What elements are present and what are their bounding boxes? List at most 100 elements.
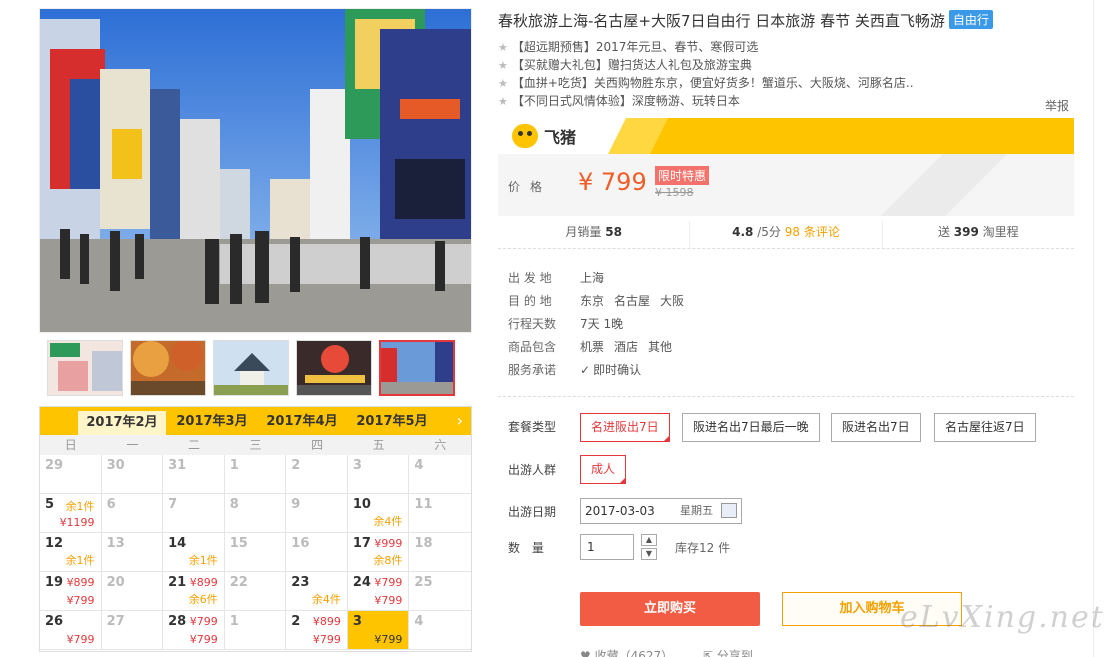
section-divider xyxy=(498,396,1074,397)
thumbnail-3[interactable] xyxy=(213,340,289,396)
calendar-day[interactable]: 14 余1件 xyxy=(163,533,225,572)
calendar-day[interactable]: 2 ¥899 ¥799 xyxy=(286,611,348,650)
review-count-link[interactable]: 98 条评论 xyxy=(785,225,840,239)
calendar-day[interactable]: 23 余4件 xyxy=(286,572,348,611)
calendar-day-bottom-note: ¥799 xyxy=(374,594,403,607)
calendar-day-number: 16 xyxy=(291,536,310,551)
package-option-1[interactable]: 名进阪出7日 xyxy=(580,413,670,442)
weekday: 一 xyxy=(126,438,139,452)
chevron-right-icon[interactable]: › xyxy=(457,411,463,430)
calendar-day-number: 17 xyxy=(352,536,371,551)
calendar-day: 7 xyxy=(163,494,225,533)
package-option-3[interactable]: 阪进名出7日 xyxy=(831,413,921,442)
weekday: 三 xyxy=(249,438,262,452)
calendar-day[interactable]: 26 ¥799 xyxy=(40,611,102,650)
calendar-day-number: 29 xyxy=(45,458,64,473)
calendar-day[interactable]: 24 ¥799 ¥799 xyxy=(347,572,410,611)
thumbnail-strip xyxy=(39,338,472,402)
calendar-day[interactable]: 12 余1件 xyxy=(40,533,102,572)
calendar-day: 1 xyxy=(224,611,287,650)
miles-prefix: 送 xyxy=(937,225,950,239)
info-destination: 目 的 地 东京 名古屋 大阪 xyxy=(508,289,694,312)
report-link[interactable]: 举报 xyxy=(1045,97,1069,114)
calendar-day-number: 26 xyxy=(45,614,64,629)
info-value: 上海 xyxy=(580,271,605,285)
info-value: 机票 xyxy=(580,340,605,354)
calendar-day[interactable]: 28 ¥799 ¥799 xyxy=(163,611,225,650)
star-icon: ★ xyxy=(498,59,508,72)
calendar-day[interactable]: 10 余4件 xyxy=(347,494,410,533)
buy-now-button[interactable]: 立即购买 xyxy=(580,592,760,626)
price-box: 价格 ¥ 799 限时特惠 ¥ 1598 xyxy=(498,154,1074,216)
calendar-day[interactable]: 3 ¥799 xyxy=(347,611,410,650)
calendar-day: 18 xyxy=(409,533,471,572)
calendar-day: 9 xyxy=(286,494,348,533)
calendar-day-number: 27 xyxy=(106,614,125,629)
calendar-day: 8 xyxy=(224,494,287,533)
price-label: 价格 xyxy=(508,180,553,194)
info-key: 行程天数 xyxy=(508,317,557,331)
group-option-adult[interactable]: 成人 xyxy=(580,455,627,484)
calendar-day: 2 xyxy=(286,455,348,494)
calendar-day: 20 xyxy=(101,572,164,611)
info-key: 商品包含 xyxy=(508,340,557,354)
promo-list: ★ 【超远期预售】2017年元旦、春节、寒假可选 ★ 【买就赠大礼包】赠扫货达人礼包… xyxy=(498,38,1078,110)
calendar-day[interactable]: 21 ¥899 余6件 xyxy=(163,572,225,611)
calendar-day-number: 22 xyxy=(229,575,248,590)
info-service: 服务承诺 ✓ 即时确认 xyxy=(508,358,694,381)
fliggy-logo: 飞猪 xyxy=(512,124,576,148)
info-value: 酒店 xyxy=(614,340,639,354)
quantity-increase-button[interactable]: ▲ xyxy=(641,534,657,546)
share-link[interactable]: ⇱ 分享到 xyxy=(703,647,753,657)
quantity-decrease-button[interactable]: ▼ xyxy=(641,548,657,560)
calendar-day: 31 xyxy=(163,455,225,494)
info-value: 其他 xyxy=(648,340,673,354)
info-value: 大阪 xyxy=(660,294,685,308)
calendar-grid: 29 30 31 1 2 3 4 5 余1件 ¥1199 6 7 8 9 10 余4件 11 12 余1件 13 14 余… xyxy=(40,455,471,650)
check-circle-icon: ✓ xyxy=(580,363,591,377)
thumbnail-5-selected[interactable] xyxy=(379,340,455,396)
current-price: ¥ 799 xyxy=(578,168,647,196)
calendar-day: 1 xyxy=(224,455,287,494)
thumbnail-4[interactable] xyxy=(296,340,372,396)
original-price: ¥ 1598 xyxy=(655,186,694,199)
favorite-link[interactable]: ♥ 收藏（4627） xyxy=(580,647,673,657)
info-value: 名古屋 xyxy=(614,294,651,308)
calendar-icon[interactable] xyxy=(721,503,737,518)
calendar-day-number: 2 xyxy=(291,458,301,473)
calendar-day-bottom-note: ¥799 xyxy=(374,633,403,646)
thumbnail-2[interactable] xyxy=(130,340,206,396)
calendar-day-bottom-note: ¥799 xyxy=(312,633,341,646)
calendar-day-number: 4 xyxy=(414,458,424,473)
monthly-sales-value: 58 xyxy=(605,225,622,239)
calendar-day[interactable]: 5 余1件 ¥1199 xyxy=(40,494,102,533)
calendar-day: 25 xyxy=(409,572,471,611)
rating[interactable]: 4.8 /5分 98 条评论 xyxy=(690,221,883,248)
date-picker-input[interactable]: 2017-03-03 星期五 xyxy=(580,498,742,524)
month-tab-apr[interactable]: 2017年4月 xyxy=(258,407,346,435)
calendar-day[interactable]: 17 ¥999 余8件 xyxy=(347,533,410,572)
fliggy-logo-icon xyxy=(512,124,538,148)
thumbnail-1[interactable] xyxy=(47,340,123,396)
calendar-day-bottom-note: 余4件 xyxy=(373,515,403,528)
calendar-day-number: 18 xyxy=(414,536,433,551)
weekday: 日 xyxy=(64,438,77,452)
calendar-day: 4 xyxy=(409,611,471,650)
month-tab-feb[interactable]: 2017年2月 xyxy=(78,411,166,435)
info-value: 7天 1晚 xyxy=(580,317,624,331)
sales-stats: 月销量 58 4.8 /5分 98 条评论 送 399 淘里程 xyxy=(498,221,1074,249)
month-tab-mar[interactable]: 2017年3月 xyxy=(168,407,256,435)
calendar-day-top-note: ¥899 xyxy=(312,615,341,628)
rating-suffix: /5分 xyxy=(757,225,781,239)
calendar-day: 6 xyxy=(101,494,164,533)
calendar-day-top-note: ¥999 xyxy=(374,537,403,550)
info-key: 服务承诺 xyxy=(508,363,557,377)
package-option-4[interactable]: 名古屋往返7日 xyxy=(934,413,1036,442)
package-option-2[interactable]: 阪进名出7日最后一晚 xyxy=(682,413,820,442)
quantity-input[interactable]: 1 xyxy=(580,534,634,560)
promo-item: ★ 【买就赠大礼包】赠扫货达人礼包及旅游宝典 xyxy=(498,56,1078,74)
calendar-day[interactable]: 19 ¥899 ¥799 xyxy=(40,572,102,611)
calendar-day-bottom-note: 余6件 xyxy=(188,593,218,606)
month-tab-may[interactable]: 2017年5月 xyxy=(348,407,436,435)
watermark: eLvXing.net xyxy=(900,600,1105,635)
